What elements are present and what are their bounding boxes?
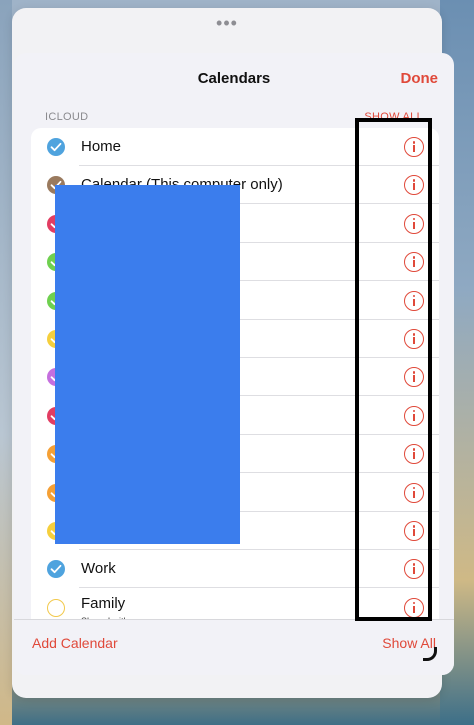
sheet-title: Calendars [197, 70, 271, 87]
checkmark-circle-icon[interactable] [47, 138, 65, 156]
highlight-annotation-box [355, 118, 432, 621]
calendar-name: Home [81, 138, 122, 155]
checkmark-circle-icon[interactable] [47, 560, 65, 579]
calendar-name: Family [81, 594, 126, 612]
done-button[interactable]: Done [401, 70, 439, 87]
add-calendar-button[interactable]: Add Calendar [32, 635, 118, 651]
window-grabber[interactable]: ••• [12, 14, 442, 32]
section-header-icloud: ICLOUD [45, 111, 89, 123]
empty-circle-icon[interactable] [47, 598, 65, 617]
calendar-name: Work [81, 560, 116, 578]
redaction-overlay [55, 185, 240, 544]
bottom-toolbar: Add Calendar Show All [14, 619, 454, 675]
desktop-wallpaper-left [0, 0, 12, 725]
